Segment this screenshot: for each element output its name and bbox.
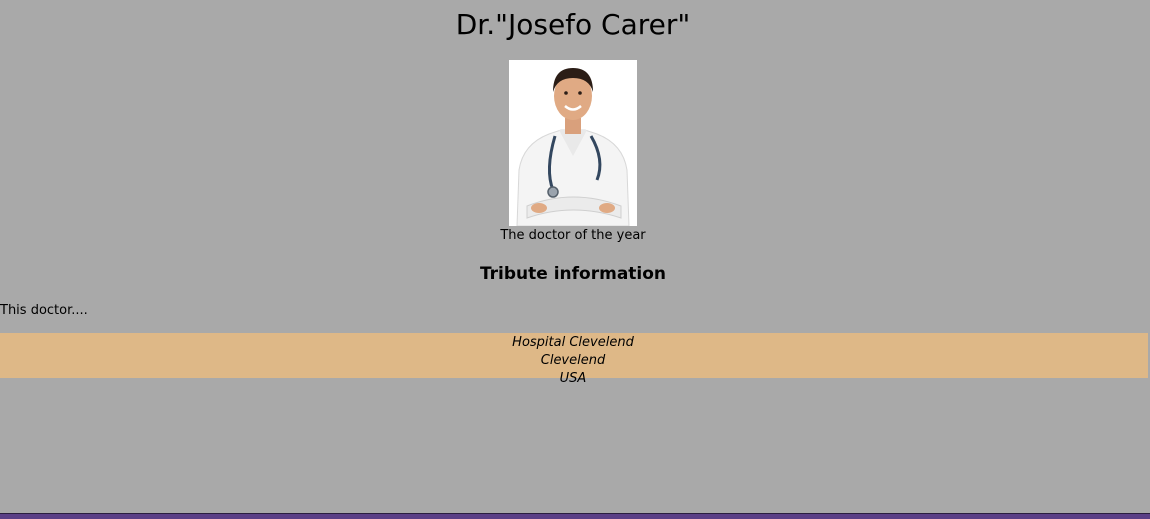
- address-block: Hospital Clevelend Clevelend USA: [0, 334, 1146, 388]
- photo-caption: The doctor of the year: [500, 228, 646, 243]
- address-line-hospital: Hospital Clevelend: [512, 335, 634, 350]
- bottom-bar: [0, 513, 1150, 519]
- tribute-text: This doctor....: [0, 303, 88, 318]
- page-title: Dr."Josefo Carer": [455, 8, 691, 41]
- section-heading: Tribute information: [479, 264, 667, 284]
- address-line-country: USA: [559, 371, 587, 386]
- address-line-city: Clevelend: [540, 353, 606, 368]
- doctor-photo: [509, 60, 637, 226]
